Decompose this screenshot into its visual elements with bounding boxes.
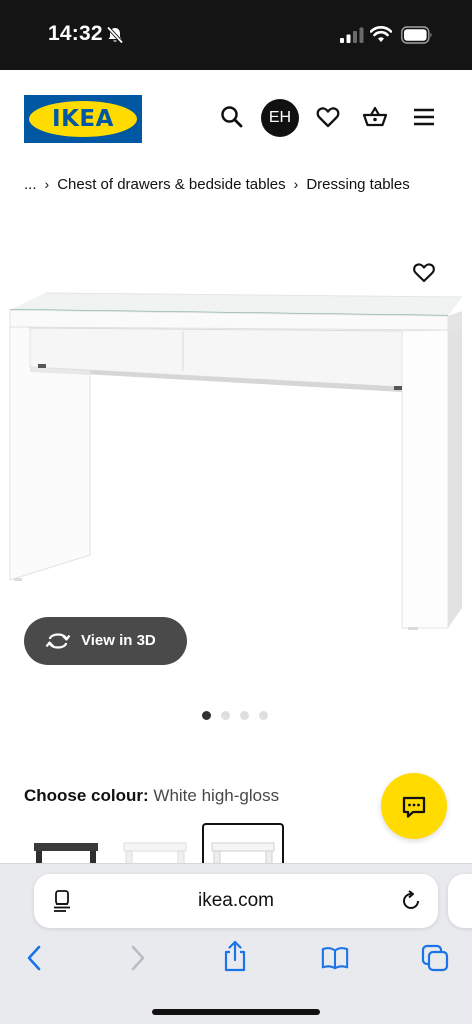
colour-swatch-white[interactable] bbox=[114, 823, 196, 865]
back-chevron-icon[interactable] bbox=[21, 944, 49, 972]
share-icon[interactable] bbox=[221, 940, 249, 972]
carousel-dot-2[interactable] bbox=[221, 711, 230, 720]
site-header: IKEA EH bbox=[0, 70, 472, 166]
account-avatar[interactable]: EH bbox=[261, 99, 299, 137]
address-bar[interactable]: ikea.com bbox=[34, 874, 438, 928]
breadcrumb-ellipsis[interactable]: ... bbox=[24, 176, 37, 193]
selected-colour-value: White high-gloss bbox=[153, 786, 280, 805]
breadcrumb-chevron-icon: › bbox=[293, 176, 299, 192]
reload-icon[interactable] bbox=[400, 890, 422, 912]
ikea-logo[interactable]: IKEA bbox=[24, 95, 142, 143]
bookmarks-icon[interactable] bbox=[321, 944, 349, 972]
colour-chooser-heading: Choose colour: White high-gloss bbox=[24, 786, 279, 806]
hamburger-menu-icon[interactable] bbox=[411, 104, 437, 130]
silent-bell-icon bbox=[106, 26, 124, 44]
product-image-dressing-table[interactable] bbox=[0, 280, 472, 640]
choose-colour-label: Choose colour: bbox=[24, 786, 149, 805]
heart-icon[interactable] bbox=[315, 104, 341, 130]
colour-swatch-black-brown[interactable] bbox=[24, 823, 106, 865]
chat-icon bbox=[402, 796, 426, 818]
forward-chevron-icon bbox=[131, 945, 145, 971]
breadcrumb-item-chest-of-drawers[interactable]: Chest of drawers & bedside tables bbox=[57, 176, 285, 193]
status-bar: 14:32 bbox=[0, 0, 472, 70]
logo-text: IKEA bbox=[52, 106, 114, 132]
swatch-image-black-brown bbox=[34, 843, 98, 865]
swatch-image-white-high-gloss bbox=[211, 842, 275, 865]
wifi-icon bbox=[370, 26, 392, 42]
search-icon[interactable] bbox=[219, 104, 245, 130]
view-in-3d-label: View in 3D bbox=[81, 632, 156, 649]
chat-button[interactable] bbox=[381, 773, 447, 839]
battery-icon bbox=[401, 26, 432, 44]
breadcrumb: ... › Chest of drawers & bedside tables › Dr… bbox=[24, 176, 410, 193]
browser-toolbar: ikea.com bbox=[0, 863, 472, 1024]
carousel-dot-3[interactable] bbox=[240, 711, 249, 720]
breadcrumb-chevron-icon: › bbox=[44, 176, 50, 192]
url-text: ikea.com bbox=[197, 890, 275, 911]
rotate-3d-icon bbox=[45, 633, 71, 649]
status-time: 14:32 bbox=[48, 22, 103, 45]
home-indicator bbox=[152, 1009, 320, 1015]
view-in-3d-button[interactable]: View in 3D bbox=[24, 617, 187, 665]
tabs-overview-icon[interactable] bbox=[421, 944, 449, 972]
next-tab-preview[interactable] bbox=[448, 874, 472, 928]
colour-swatch-white-high-gloss-selected[interactable] bbox=[202, 823, 284, 865]
basket-icon[interactable] bbox=[362, 104, 388, 130]
carousel-dot-1[interactable] bbox=[202, 711, 211, 720]
cellular-signal-icon bbox=[340, 27, 364, 43]
breadcrumb-item-dressing-tables[interactable]: Dressing tables bbox=[306, 176, 409, 193]
swatch-image-white bbox=[123, 842, 187, 865]
carousel-dot-4[interactable] bbox=[259, 711, 268, 720]
